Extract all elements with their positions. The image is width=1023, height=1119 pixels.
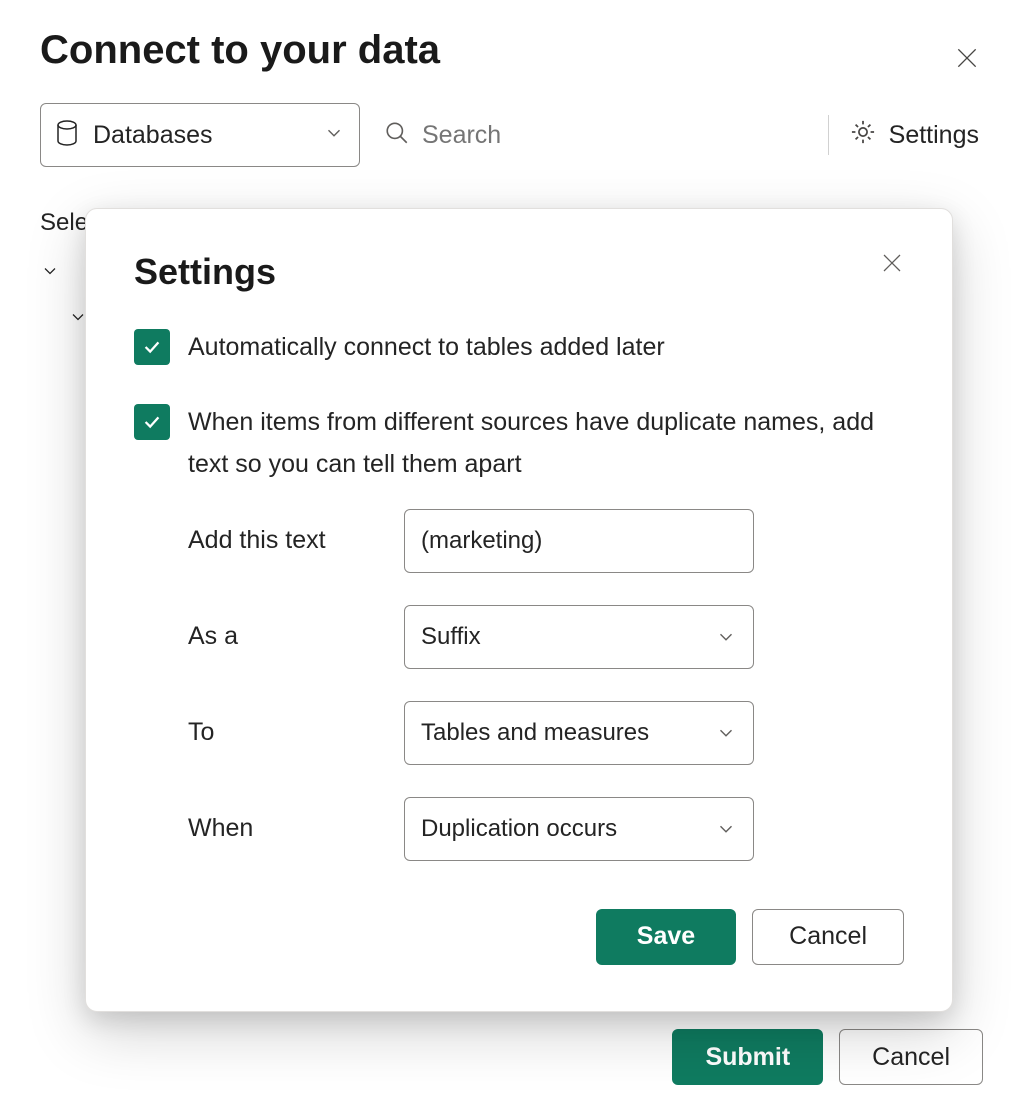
auto-connect-label: Automatically connect to tables added la… — [188, 327, 665, 368]
as-a-label: As a — [188, 622, 404, 651]
dedupe-checkbox[interactable] — [134, 404, 170, 440]
close-icon — [954, 45, 980, 71]
databases-dropdown[interactable]: Databases — [40, 103, 360, 167]
check-icon — [141, 411, 163, 433]
gear-icon — [849, 118, 877, 153]
chevron-down-icon — [40, 261, 60, 281]
modal-title: Settings — [134, 251, 904, 293]
database-icon — [55, 119, 79, 152]
cancel-button[interactable]: Cancel — [839, 1029, 983, 1085]
when-select[interactable]: Duplication occurs — [404, 797, 754, 861]
to-label: To — [188, 718, 404, 747]
save-button[interactable]: Save — [596, 909, 736, 965]
dedupe-label: When items from different sources have d… — [188, 402, 904, 485]
settings-label: Settings — [889, 121, 979, 150]
when-label: When — [188, 814, 404, 843]
when-value: Duplication occurs — [421, 815, 617, 843]
close-dialog-button[interactable] — [951, 42, 983, 74]
search-icon — [384, 120, 410, 151]
modal-cancel-button[interactable]: Cancel — [752, 909, 904, 965]
chevron-down-icon — [715, 626, 737, 648]
chevron-down-icon — [323, 122, 345, 149]
auto-connect-checkbox[interactable] — [134, 329, 170, 365]
check-icon — [141, 336, 163, 358]
divider — [828, 115, 829, 155]
page-title: Connect to your data — [0, 0, 1023, 93]
add-text-label: Add this text — [188, 526, 404, 555]
modal-close-button[interactable] — [880, 251, 904, 280]
chevron-down-icon — [715, 818, 737, 840]
search-field[interactable] — [376, 120, 812, 151]
as-a-value: Suffix — [421, 623, 481, 651]
as-a-select[interactable]: Suffix — [404, 605, 754, 669]
chevron-down-icon — [715, 722, 737, 744]
databases-label: Databases — [93, 121, 309, 150]
add-text-input[interactable] — [404, 509, 754, 573]
search-input[interactable] — [422, 121, 622, 150]
to-value: Tables and measures — [421, 719, 649, 747]
close-icon — [880, 251, 904, 275]
settings-button[interactable]: Settings — [845, 112, 983, 159]
to-select[interactable]: Tables and measures — [404, 701, 754, 765]
submit-button[interactable]: Submit — [672, 1029, 823, 1085]
settings-modal: Settings Automatically connect to tables… — [85, 208, 953, 1012]
